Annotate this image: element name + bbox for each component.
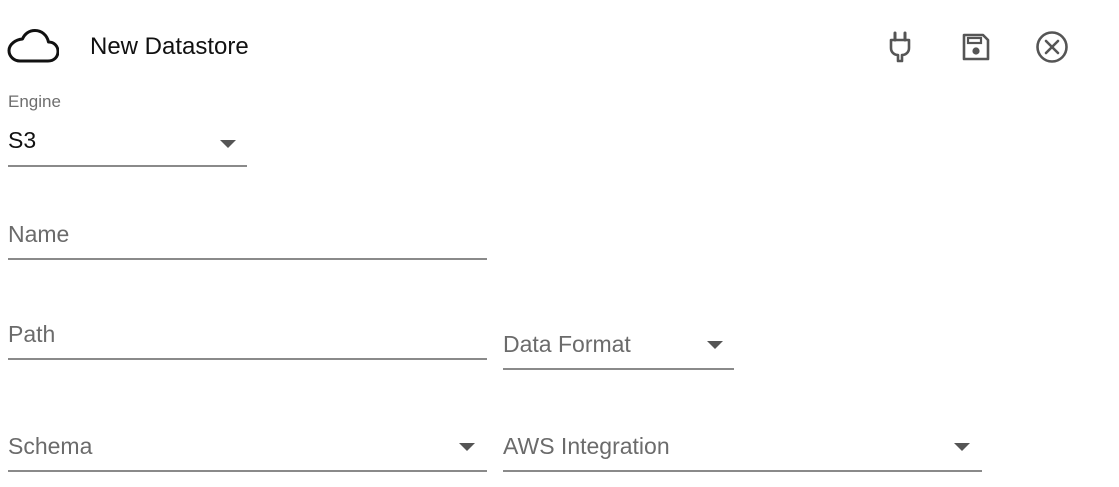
- aws-integration-select[interactable]: AWS Integration: [503, 427, 983, 473]
- close-circle-icon: [1036, 31, 1068, 63]
- chevron-down-icon: [707, 341, 723, 349]
- path-underline: [8, 358, 487, 360]
- save-button[interactable]: [956, 27, 996, 67]
- name-placeholder: Name: [8, 221, 70, 247]
- data-format-placeholder: Data Format: [503, 331, 631, 357]
- engine-label: Engine: [8, 92, 61, 111]
- name-input[interactable]: Name: [8, 215, 488, 261]
- chevron-down-icon: [459, 443, 475, 451]
- plug-icon: [889, 31, 911, 63]
- engine-select[interactable]: Engine S3: [8, 90, 248, 168]
- data-format-select[interactable]: Data Format: [503, 325, 735, 371]
- close-button[interactable]: [1032, 27, 1072, 67]
- name-underline: [8, 258, 487, 260]
- connect-button[interactable]: [880, 27, 920, 67]
- path-placeholder: Path: [8, 321, 56, 347]
- aws-integration-underline: [503, 470, 982, 472]
- schema-placeholder: Schema: [8, 433, 93, 459]
- aws-integration-placeholder: AWS Integration: [503, 433, 670, 459]
- data-format-underline: [503, 368, 734, 370]
- schema-underline: [8, 470, 487, 472]
- page-title: New Datastore: [90, 33, 249, 60]
- chevron-down-icon: [220, 140, 236, 148]
- path-input[interactable]: Path: [8, 315, 488, 361]
- chevron-down-icon: [954, 443, 970, 451]
- schema-select[interactable]: Schema: [8, 427, 488, 473]
- engine-underline: [8, 165, 247, 167]
- engine-value: S3: [8, 127, 37, 153]
- save-icon: [962, 33, 990, 61]
- cloud-icon: [7, 28, 60, 64]
